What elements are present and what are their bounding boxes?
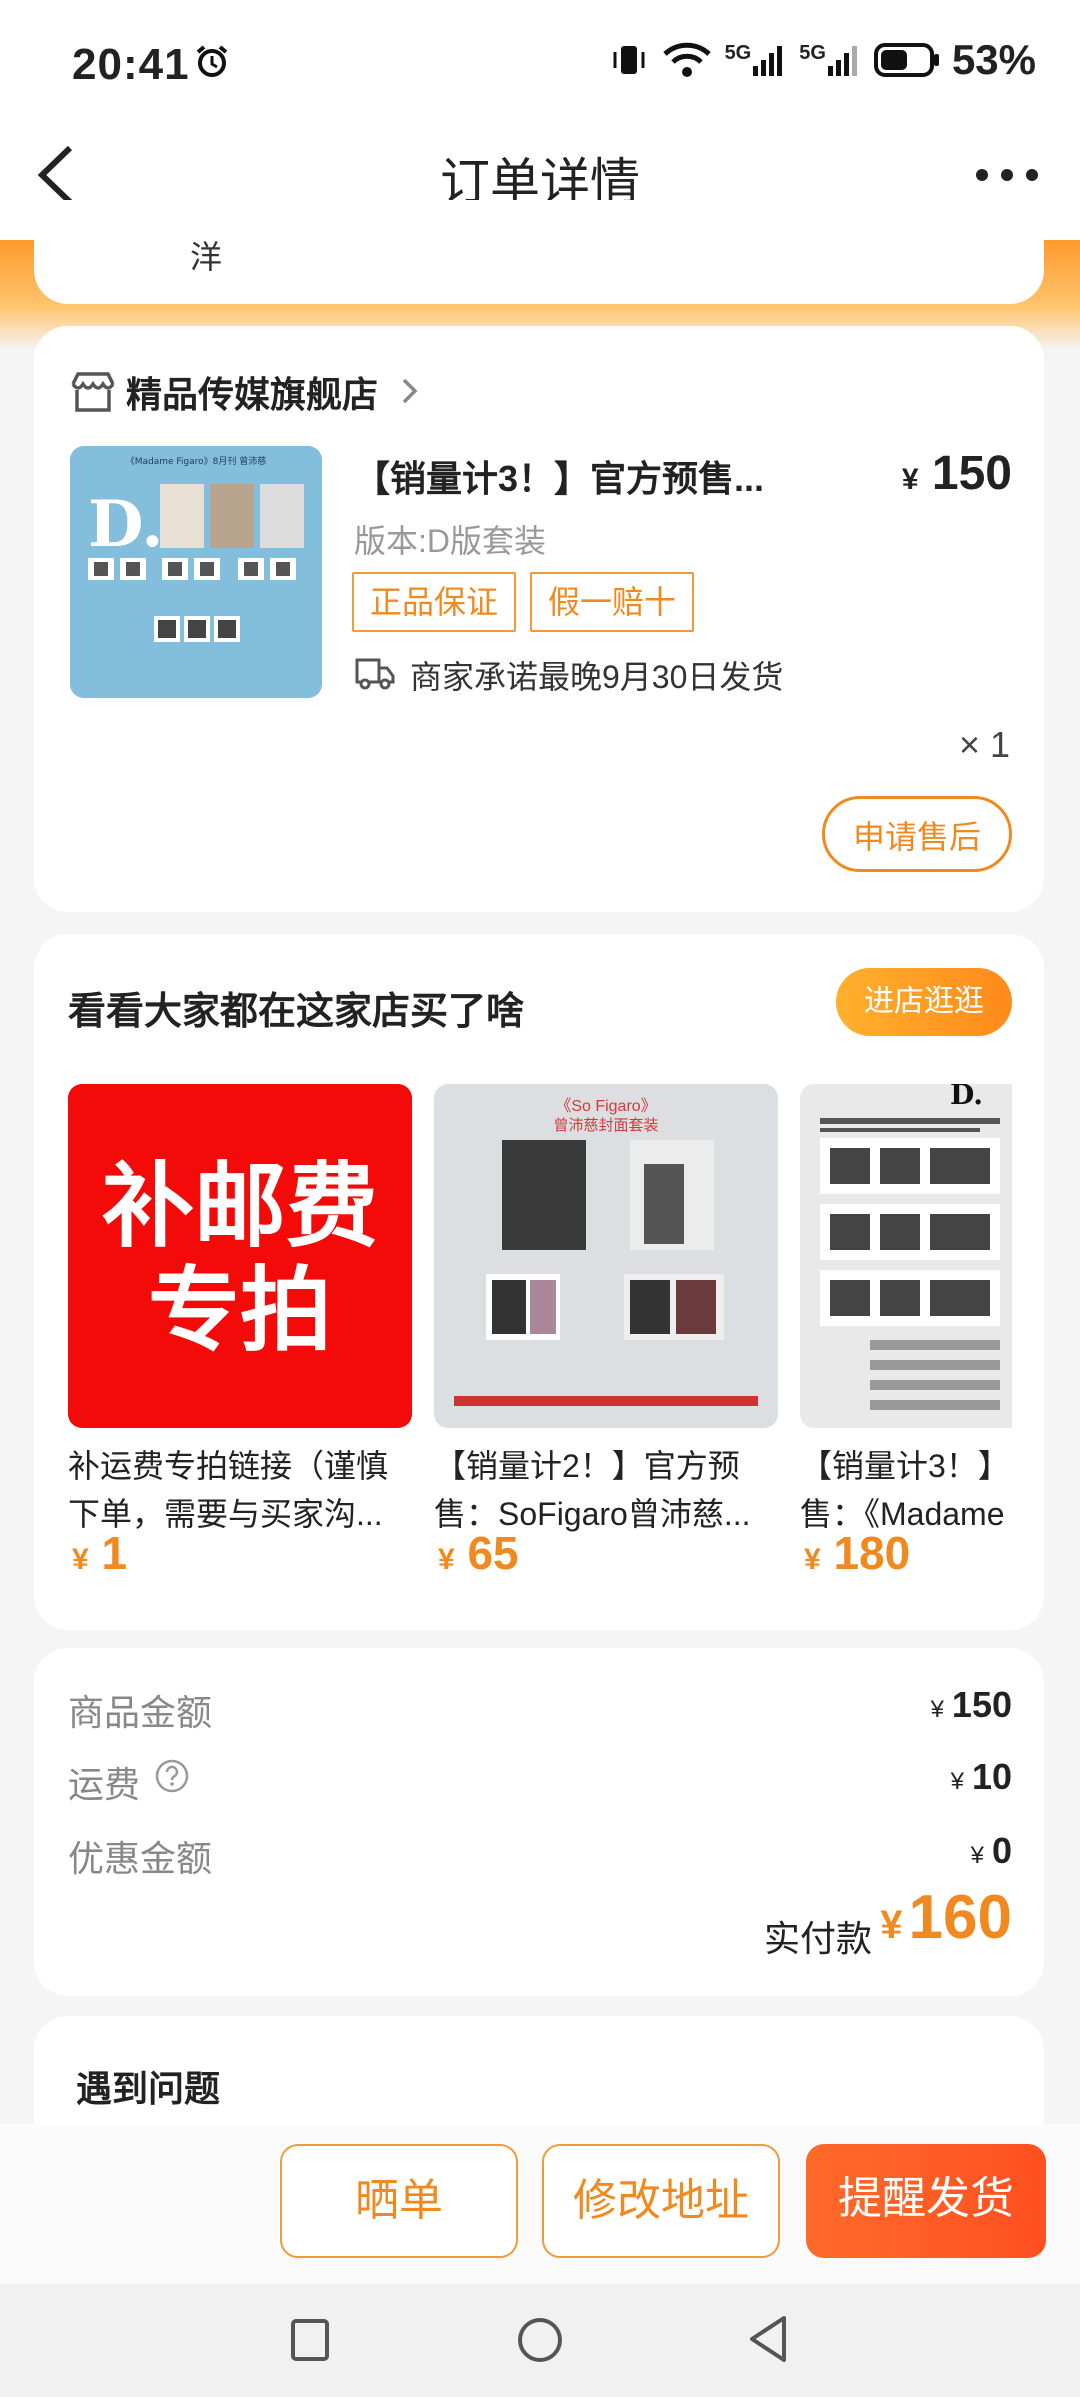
currency-symbol: ¥ <box>72 1543 89 1576</box>
alarm-icon <box>196 45 228 77</box>
recommend-title: 看看大家都在这家店买了啥 <box>68 991 525 1033</box>
currency-symbol: ¥ <box>901 463 919 496</box>
goods-amount: ¥150 <box>931 1684 1012 1726</box>
recommend-item-price: ¥ 65 <box>438 1526 519 1580</box>
tag-genuine: 正品保证 <box>352 572 516 632</box>
item-name-line1: 【销量计2！】官方预 <box>434 1448 740 1484</box>
product-price-value: 150 <box>931 447 1012 500</box>
recommend-item-image[interactable]: 补邮费 专拍 <box>68 1084 412 1428</box>
shop-name[interactable]: 精品传媒旗舰店 <box>126 366 378 418</box>
shop-icon <box>71 372 115 412</box>
quantity: × 1 <box>958 724 1010 765</box>
shipping-promise: 商家承诺最晚9月30日发货 <box>410 659 784 695</box>
goods-amount-value: 150 <box>951 1684 1012 1725</box>
currency-symbol: ¥ <box>970 1842 984 1869</box>
image-text-line1: 补邮费 <box>101 1152 378 1260</box>
recommend-item-name[interactable]: 【销量计2！】官方预 售：SoFigaro曾沛慈... <box>434 1442 784 1538</box>
image-text-line2: 专拍 <box>147 1256 332 1364</box>
discount-amount: ¥0 <box>971 1830 1012 1872</box>
help-icon[interactable] <box>154 1758 190 1794</box>
vibrate-icon <box>613 46 645 74</box>
goods-amount-label: 商品金额 <box>68 1692 213 1733</box>
problem-title[interactable]: 遇到问题 <box>76 2060 220 2112</box>
show-order-button[interactable]: 晒单 <box>280 2144 518 2258</box>
recommend-item-image[interactable]: 《So Figaro》 曾沛慈封面套装 <box>434 1084 778 1428</box>
currency-symbol: ¥ <box>880 1903 903 1947</box>
signal-icon <box>827 46 857 76</box>
currency-symbol: ¥ <box>930 1696 944 1723</box>
paid-label: 实付款 <box>763 1918 872 1959</box>
item-name-line1: 【销量计3！】 <box>800 1448 1010 1484</box>
network-label-2: 5G <box>799 42 826 64</box>
product-image[interactable]: 《Madame Figaro》8月刊 曾沛慈 D. <box>70 446 322 698</box>
discount-value: 0 <box>991 1830 1012 1871</box>
product-name[interactable]: 【销量计3！】官方预售... <box>354 450 764 502</box>
discount-label: 优惠金额 <box>68 1838 213 1879</box>
status-icons: 5G 5G 53% <box>609 36 1036 84</box>
recents-icon[interactable] <box>290 2318 330 2362</box>
truck-icon <box>355 658 395 690</box>
recommend-item-image[interactable]: D. <box>800 1084 1012 1428</box>
change-address-button[interactable]: 修改地址 <box>542 2144 780 2258</box>
signal-icon <box>753 46 783 76</box>
currency-symbol: ¥ <box>438 1543 455 1576</box>
recommend-item-name[interactable]: 【销量计3！】 售：《Madame <box>800 1442 1012 1538</box>
remind-shipping-button[interactable]: 提醒发货 <box>806 2144 1046 2258</box>
item-name-line1: 补运费专拍链接（谨慎 <box>68 1448 389 1484</box>
currency-symbol: ¥ <box>950 1768 964 1795</box>
paid-amount: ¥160 <box>880 1882 1012 1953</box>
recommend-item-price: ¥ 180 <box>804 1526 910 1580</box>
battery-icon <box>873 43 939 77</box>
product-image-letter: D. <box>88 487 164 562</box>
visit-store-button[interactable]: 进店逛逛 <box>836 968 1012 1036</box>
price-value: 65 <box>467 1527 519 1579</box>
shipping-fee: ¥10 <box>951 1756 1012 1798</box>
address-card <box>34 200 1044 304</box>
tag-guarantee: 假一赔十 <box>530 572 694 632</box>
wifi-icon <box>662 42 711 77</box>
product-image-caption: 《Madame Figaro》8月刊 曾沛慈 <box>126 455 267 467</box>
product-price: ¥ 150 <box>902 446 1012 501</box>
price-value: 180 <box>833 1527 911 1579</box>
battery-percent: 53% <box>951 36 1036 83</box>
currency-symbol: ¥ <box>804 1543 821 1576</box>
product-variant: 版本:D版套装 <box>354 523 547 559</box>
chevron-right-icon <box>402 378 418 404</box>
recommend-item-price: ¥ 1 <box>72 1526 127 1580</box>
after-sales-button[interactable]: 申请售后 <box>822 796 1012 872</box>
shipping-fee-label: 运费 <box>68 1764 141 1805</box>
recommend-item-name[interactable]: 补运费专拍链接（谨慎 下单，需要与买家沟... <box>68 1442 418 1538</box>
network-label-1: 5G <box>724 42 752 64</box>
address-text: 洋 <box>190 239 223 275</box>
home-icon[interactable] <box>516 2316 564 2364</box>
price-value: 1 <box>101 1527 128 1579</box>
more-icon[interactable] <box>972 160 1042 190</box>
paid-value: 160 <box>908 1883 1012 1952</box>
back-icon[interactable] <box>746 2314 790 2364</box>
shipping-fee-value: 10 <box>971 1756 1012 1797</box>
image-letter: D. <box>950 1084 983 1111</box>
status-time: 20:41 <box>72 40 190 89</box>
